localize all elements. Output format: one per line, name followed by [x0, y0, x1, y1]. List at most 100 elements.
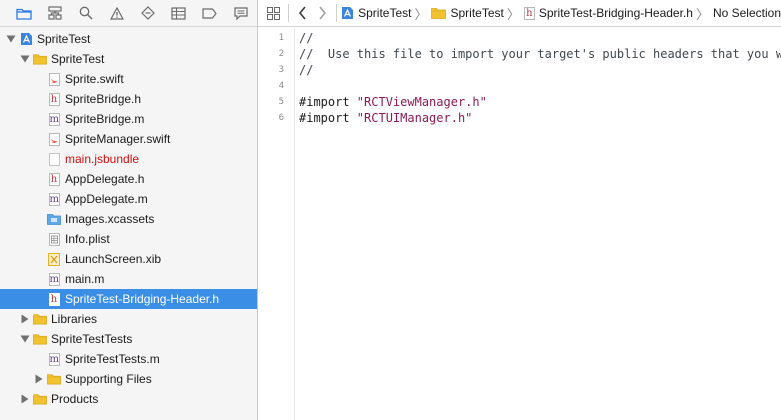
objc-file-icon: m	[48, 112, 60, 126]
back-chevron-icon[interactable]	[293, 6, 313, 20]
breakpoint-tag-icon[interactable]	[194, 3, 225, 23]
folder-icon	[33, 332, 47, 346]
code-comment: //	[299, 31, 314, 45]
disclosure-open-icon[interactable]	[19, 333, 31, 345]
tree-item-label: AppDelegate.m	[65, 192, 148, 206]
disclosure-closed-icon[interactable]	[19, 313, 31, 325]
asset-catalog-icon	[47, 212, 61, 226]
disclosure-open-icon[interactable]	[19, 53, 31, 65]
tree-item-label: SpriteManager.swift	[65, 132, 171, 146]
preprocessor-directive: #import	[299, 95, 357, 109]
code-text-area[interactable]: // // Use this file to import your target…	[299, 28, 781, 126]
tree-file-row[interactable]: Images.xcassets	[0, 209, 257, 229]
breadcrumb-separator-icon: 〉	[695, 6, 709, 22]
tree-file-row[interactable]: h AppDelegate.h	[0, 169, 257, 189]
warning-icon[interactable]	[101, 3, 132, 23]
tree-item-label: Images.xcassets	[65, 212, 155, 226]
tree-file-row[interactable]: LaunchScreen.xib	[0, 249, 257, 269]
plist-file-icon	[47, 232, 61, 246]
tree-item-label: SpriteTest	[51, 52, 105, 66]
tree-item-label: SpriteBridge.m	[65, 112, 145, 126]
tree-item-label: Info.plist	[65, 232, 110, 246]
line-number: 1	[278, 33, 284, 43]
objc-file-icon: m	[48, 192, 60, 206]
tree-file-row[interactable]: Info.plist	[0, 229, 257, 249]
breadcrumb-item[interactable]: h SpriteTest-Bridging-Header.h 〉	[523, 4, 713, 23]
disclosure-open-icon[interactable]	[5, 33, 17, 45]
search-icon[interactable]	[70, 3, 101, 23]
blank-file-icon	[47, 152, 61, 166]
line-number-gutter: 1 2 3 4 5 6	[258, 28, 295, 420]
tree-file-row[interactable]: m SpriteTestTests.m	[0, 349, 257, 369]
tree-file-row[interactable]: m main.m	[0, 269, 257, 289]
line-number: 5	[278, 97, 284, 107]
tree-item-label: LaunchScreen.xib	[65, 252, 162, 266]
tree-item-label: SpriteTestTests.m	[65, 352, 160, 366]
breadcrumb: SpriteTest 〉 SpriteTest 〉 h SpriteTest-Bridgi…	[341, 4, 781, 23]
objc-file-icon: m	[48, 352, 60, 366]
report-bubble-icon[interactable]	[225, 3, 256, 23]
breadcrumb-item[interactable]: SpriteTest 〉	[341, 4, 431, 23]
tree-file-row[interactable]: m SpriteBridge.m	[0, 109, 257, 129]
test-diamond-icon[interactable]	[132, 3, 163, 23]
related-items-grid-icon[interactable]	[264, 6, 284, 20]
xib-file-icon	[47, 252, 61, 266]
header-file-icon: h	[47, 92, 61, 106]
tree-group-row[interactable]: Libraries	[0, 309, 257, 329]
tree-file-row[interactable]: m AppDelegate.m	[0, 189, 257, 209]
tree-group-row[interactable]: Supporting Files	[0, 369, 257, 389]
file-tree: SpriteTest SpriteTest Sprite.swift h SpriteB…	[0, 29, 257, 409]
line-number: 3	[278, 65, 284, 75]
swift-file-icon	[47, 132, 61, 146]
tree-item-label: AppDelegate.h	[65, 172, 145, 186]
tree-item-label: main.m	[65, 272, 105, 286]
tree-file-row[interactable]: Sprite.swift	[0, 69, 257, 89]
disclosure-closed-icon[interactable]	[33, 373, 45, 385]
tree-item-label: SpriteBridge.h	[65, 92, 142, 106]
project-navigator-folder-icon[interactable]	[8, 3, 39, 23]
string-literal: "RCTViewManager.h"	[356, 95, 487, 109]
tree-item-label: SpriteTest-Bridging-Header.h	[65, 292, 220, 306]
objc-file-icon: m	[48, 272, 60, 286]
tree-file-row[interactable]: h SpriteBridge.h	[0, 89, 257, 109]
code-comment: //	[299, 63, 314, 77]
source-control-icon[interactable]	[39, 3, 70, 23]
breadcrumb-separator-icon: 〉	[414, 6, 428, 22]
debug-grid-icon[interactable]	[163, 3, 194, 23]
tree-group-row[interactable]: Products	[0, 389, 257, 409]
disclosure-closed-icon[interactable]	[19, 393, 31, 405]
tree-item-label: main.jsbundle	[65, 152, 140, 166]
breadcrumb-item[interactable]: No Selection	[713, 6, 781, 20]
code-line: //	[299, 30, 781, 46]
folder-icon	[33, 392, 47, 406]
breadcrumb-item[interactable]: SpriteTest 〉	[431, 4, 523, 23]
tree-file-row[interactable]: SpriteManager.swift	[0, 129, 257, 149]
jump-bar-divider	[336, 4, 338, 22]
tree-item-label: SpriteTest	[37, 32, 91, 46]
forward-chevron-icon[interactable]	[312, 6, 332, 20]
breadcrumb-label: No Selection	[712, 6, 781, 20]
tree-group-row[interactable]: SpriteTest	[0, 49, 257, 69]
tree-group-row[interactable]: SpriteTestTests	[0, 329, 257, 349]
tree-item-label: Sprite.swift	[65, 72, 124, 86]
tree-group-row[interactable]: SpriteTest	[0, 29, 257, 49]
line-number: 4	[278, 81, 284, 91]
tree-file-row[interactable]: main.jsbundle	[0, 149, 257, 169]
folder-icon	[47, 372, 61, 386]
breadcrumb-label: SpriteTest-Bridging-Header.h	[538, 6, 693, 20]
tree-item-label: Products	[51, 392, 99, 406]
tree-file-row[interactable]: h SpriteTest-Bridging-Header.h	[0, 289, 257, 309]
code-line: #import "RCTUIManager.h"	[299, 110, 781, 126]
xcode-project-icon	[19, 32, 33, 46]
code-line: //	[299, 62, 781, 78]
folder-icon	[33, 52, 47, 66]
tree-item-label: Libraries	[51, 312, 98, 326]
